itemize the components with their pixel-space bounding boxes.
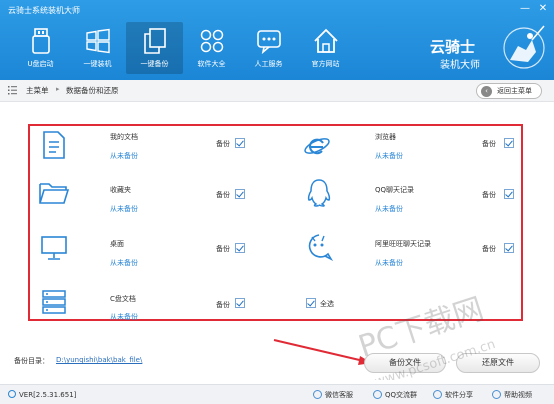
backup-label: 备份 xyxy=(482,245,496,253)
nav-label: 软件大全 xyxy=(197,60,226,68)
breadcrumb: 主菜单 ▸ 数据备份和还原 ‹ 返回主菜单 xyxy=(0,80,554,102)
backup-copy-icon xyxy=(143,28,166,54)
qq-penguin-icon xyxy=(307,179,331,207)
share-link[interactable]: 软件分享 xyxy=(433,390,473,400)
qq-icon xyxy=(373,390,382,399)
breadcrumb-home[interactable]: 主菜单 xyxy=(26,85,49,96)
item-name: 我的文档 xyxy=(110,133,138,141)
back-arrow-icon: ‹ xyxy=(481,86,492,97)
knight-logo-icon xyxy=(503,25,545,69)
backup-files-button[interactable]: 备份文件 xyxy=(364,353,446,373)
nav-label: U盘启动 xyxy=(27,60,54,68)
share-label: 软件分享 xyxy=(445,391,473,399)
item-status: 从未备份 xyxy=(110,259,138,267)
item-name: 桌面 xyxy=(110,240,124,248)
backup-checkbox-my-documents[interactable] xyxy=(235,138,245,148)
nav-one-click-install[interactable]: 一键装机 xyxy=(69,22,126,74)
item-name: 阿里旺旺聊天记录 xyxy=(375,240,431,248)
item-name: C盘文档 xyxy=(110,295,136,303)
ie-browser-icon xyxy=(304,138,330,155)
item-status: 从未备份 xyxy=(375,152,403,160)
video-icon xyxy=(492,390,501,399)
server-drive-icon xyxy=(42,290,66,314)
nav-support[interactable]: 人工服务 xyxy=(240,22,297,74)
item-status: 从未备份 xyxy=(110,205,138,213)
item-name: 收藏夹 xyxy=(110,186,131,194)
nav-label: 官方网站 xyxy=(311,60,340,68)
home-icon xyxy=(313,28,338,53)
logo-title: 云骑士 xyxy=(430,38,476,56)
qq-group-link[interactable]: QQ交流群 xyxy=(373,390,417,400)
help-video-link[interactable]: 帮助视频 xyxy=(492,390,532,400)
app-logo: 云骑士 装机大师 xyxy=(428,25,548,73)
item-status: 从未备份 xyxy=(110,313,138,321)
wechat-support-label: 微信客服 xyxy=(325,391,353,399)
logo-subtitle: 装机大师 xyxy=(440,60,480,71)
close-icon[interactable]: ✕ xyxy=(536,2,550,16)
help-video-label: 帮助视频 xyxy=(504,391,532,399)
backup-label: 备份 xyxy=(482,140,496,148)
windows-icon xyxy=(85,28,110,54)
item-name: QQ聊天记录 xyxy=(375,186,415,194)
app-title: 云骑士系统装机大师 xyxy=(8,6,80,15)
wechat-support-link[interactable]: 微信客服 xyxy=(313,390,353,400)
nav-official-site[interactable]: 官方网站 xyxy=(297,22,354,74)
backup-checkbox-aliwangwang[interactable] xyxy=(504,243,514,253)
select-all-checkbox[interactable] xyxy=(306,298,316,308)
backup-checkbox-browser[interactable] xyxy=(504,138,514,148)
nav-label: 人工服务 xyxy=(254,60,283,68)
version-text: VER[2.5.31.651] xyxy=(19,391,77,399)
restore-files-button[interactable]: 还原文件 xyxy=(456,353,540,373)
monitor-icon xyxy=(41,236,67,260)
backup-items-panel: 我的文档 从未备份 备份 浏览器 从未备份 备份 收藏夹 从未备份 备份 QQ聊… xyxy=(28,124,523,321)
nav-one-click-backup[interactable]: 一键备份 xyxy=(126,22,183,74)
nav-label: 一键装机 xyxy=(83,60,112,68)
backup-checkbox-favorites[interactable] xyxy=(235,189,245,199)
backup-label: 备份 xyxy=(482,191,496,199)
item-status: 从未备份 xyxy=(110,152,138,160)
document-icon xyxy=(43,131,65,159)
item-name: 浏览器 xyxy=(375,133,396,141)
nav-usb-boot[interactable]: U盘启动 xyxy=(12,22,69,74)
status-bar: VER[2.5.31.651] 微信客服 QQ交流群 软件分享 帮助视频 xyxy=(0,384,554,404)
menu-icon xyxy=(8,86,17,95)
backup-label: 备份 xyxy=(216,301,230,309)
backup-dir-path-link[interactable]: D:\yunqishi\bak\bak_file\ xyxy=(56,356,142,364)
backup-dir-label: 备份目录： xyxy=(14,357,49,365)
backup-label: 备份 xyxy=(216,245,230,253)
select-all-label: 全选 xyxy=(320,300,334,308)
item-status: 从未备份 xyxy=(375,259,403,267)
back-to-main-button[interactable]: ‹ 返回主菜单 xyxy=(476,83,542,99)
chevron-right-icon: ▸ xyxy=(56,85,60,93)
qq-group-label: QQ交流群 xyxy=(385,391,418,399)
minimize-icon[interactable]: — xyxy=(518,2,532,16)
aliwangwang-icon xyxy=(308,234,334,261)
usb-drive-icon xyxy=(31,28,50,54)
nav-label: 一键备份 xyxy=(140,60,169,68)
backup-label: 备份 xyxy=(216,191,230,199)
backup-checkbox-c-drive-docs[interactable] xyxy=(235,298,245,308)
info-icon xyxy=(8,390,16,398)
wechat-icon xyxy=(313,390,322,399)
backup-checkbox-qq[interactable] xyxy=(504,189,514,199)
title-bar: 云骑士系统装机大师 — ✕ U盘启动 一键装机 一键备份 软件大全 人工服务 官… xyxy=(0,0,554,80)
support-chat-icon xyxy=(256,30,281,55)
nav-software[interactable]: 软件大全 xyxy=(183,22,240,74)
item-status: 从未备份 xyxy=(375,205,403,213)
backup-label: 备份 xyxy=(216,140,230,148)
apps-grid-icon xyxy=(200,29,223,53)
version: VER[2.5.31.651] xyxy=(8,390,76,399)
back-button-label: 返回主菜单 xyxy=(497,87,532,95)
breadcrumb-current: 数据备份和还原 xyxy=(66,86,119,95)
main-nav: U盘启动 一键装机 一键备份 软件大全 人工服务 官方网站 xyxy=(12,22,354,74)
folder-icon xyxy=(39,183,70,204)
share-icon xyxy=(433,390,442,399)
backup-checkbox-desktop[interactable] xyxy=(235,243,245,253)
